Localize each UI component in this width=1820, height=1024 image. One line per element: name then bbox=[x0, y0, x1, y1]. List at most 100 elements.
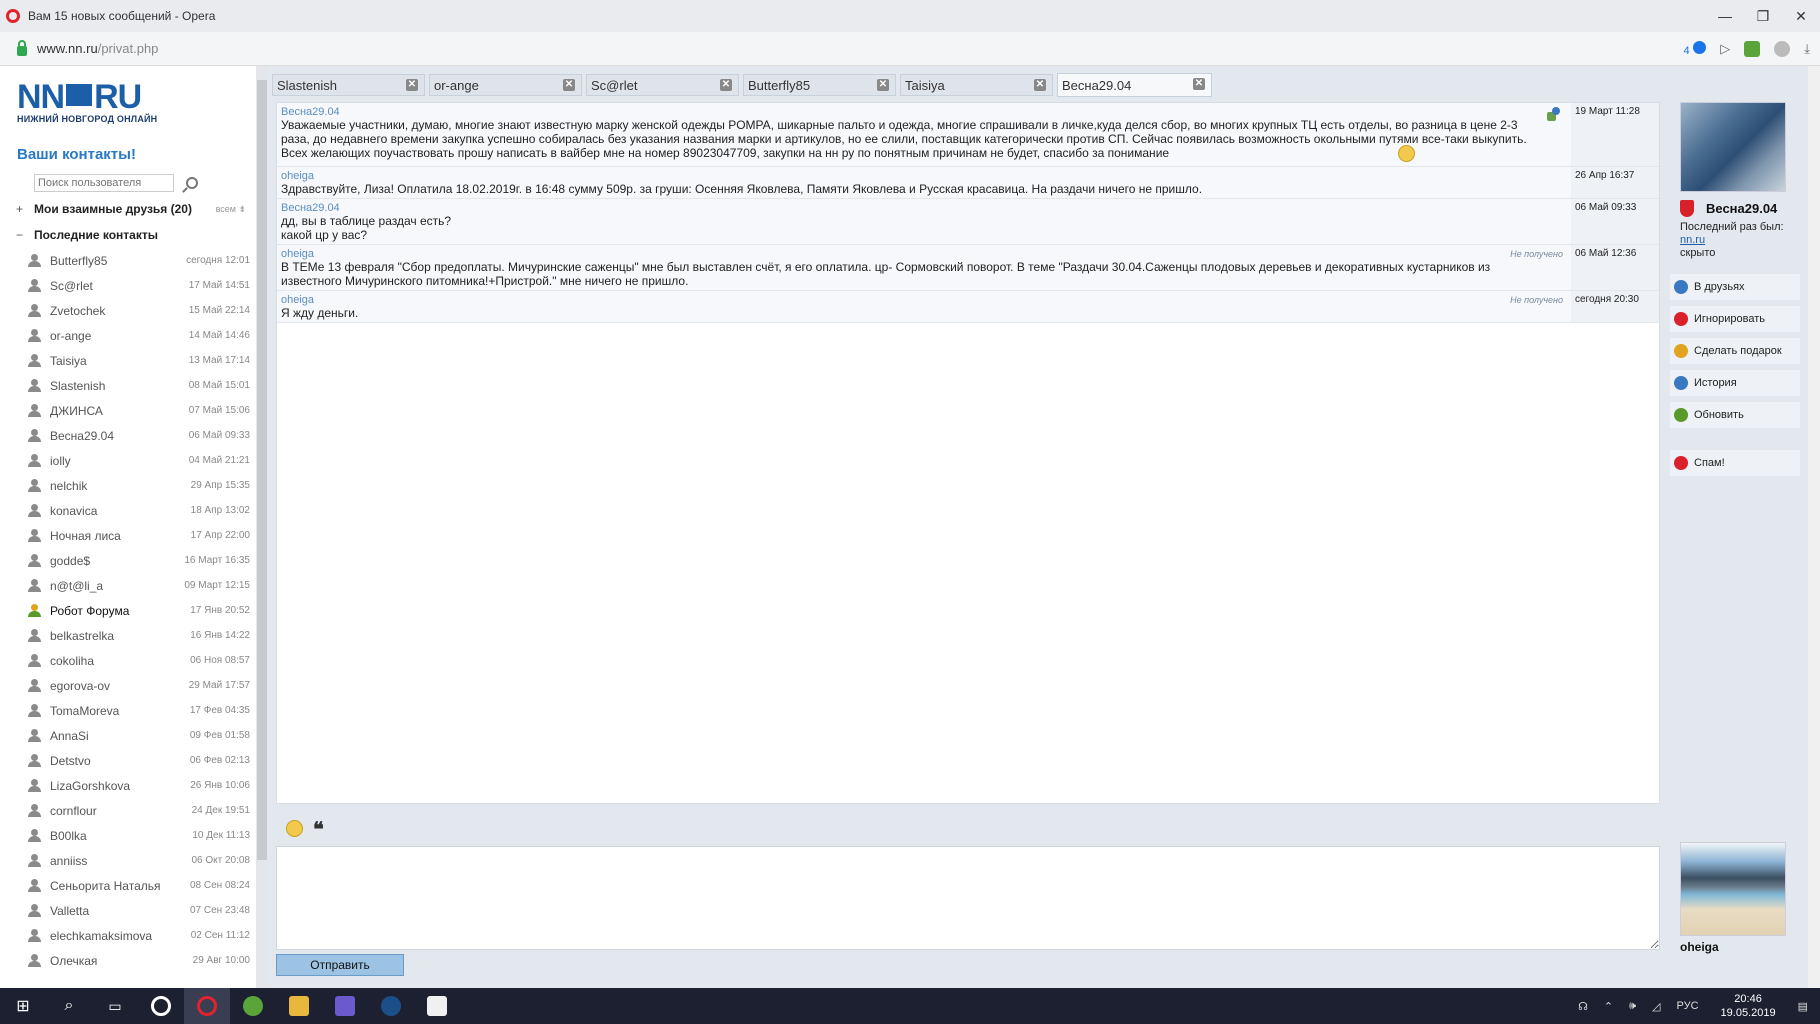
chat-tab[interactable]: Sc@rlet ✕ bbox=[586, 74, 739, 96]
smiley-icon[interactable] bbox=[286, 820, 303, 837]
address-bar[interactable]: www.nn.ru/privat.php 4 ▷ ⤓ bbox=[0, 32, 1820, 66]
message-author[interactable]: oheiga bbox=[281, 248, 1567, 260]
chat-tab[interactable]: or-ange ✕ bbox=[429, 74, 582, 96]
taskbar-opera[interactable] bbox=[184, 988, 230, 1024]
contact-item[interactable]: Butterfly85 сегодня 12:01 bbox=[28, 248, 250, 273]
contact-item[interactable]: ДЖИНСА 07 Май 15:06 bbox=[28, 398, 250, 423]
contact-item[interactable]: cokoliha 06 Ноя 08:57 bbox=[28, 648, 250, 673]
chat-tab[interactable]: Taisiya ✕ bbox=[900, 74, 1053, 96]
message-author[interactable]: oheiga bbox=[281, 294, 1567, 306]
profile-action-refresh[interactable]: Обновить bbox=[1670, 402, 1800, 428]
contact-item[interactable]: Valletta 07 Сен 23:48 bbox=[28, 898, 250, 923]
last-seen-site-link[interactable]: nn.ru bbox=[1680, 234, 1705, 246]
contact-item[interactable]: Slastenish 08 Май 15:01 bbox=[28, 373, 250, 398]
contact-item[interactable]: Робот Форума 17 Янв 20:52 bbox=[28, 598, 250, 623]
profile-name[interactable]: Весна29.04 bbox=[1706, 201, 1777, 216]
taskbar-app-3[interactable] bbox=[322, 988, 368, 1024]
contact-item[interactable]: n@t@li_a 09 Март 12:15 bbox=[28, 573, 250, 598]
volume-icon[interactable]: 🕪 bbox=[1629, 1000, 1636, 1013]
minimize-button[interactable]: — bbox=[1706, 0, 1744, 32]
taskbar-app-1[interactable] bbox=[138, 988, 184, 1024]
scrollbar-thumb[interactable] bbox=[257, 80, 267, 860]
contact-item[interactable]: belkastrelka 16 Янв 14:22 bbox=[28, 623, 250, 648]
my-avatar[interactable] bbox=[1680, 842, 1786, 936]
vpn-icon[interactable] bbox=[1774, 41, 1791, 57]
message-author[interactable]: Весна29.04 bbox=[281, 202, 1567, 214]
close-window-button[interactable]: ✕ bbox=[1782, 0, 1820, 32]
people-icon[interactable]: ☊ bbox=[1578, 1000, 1588, 1013]
start-button[interactable]: ⊞ bbox=[0, 988, 46, 1024]
taskbar-explorer[interactable] bbox=[276, 988, 322, 1024]
contact-item[interactable]: godde$ 16 Март 16:35 bbox=[28, 548, 250, 573]
profile-action-gift[interactable]: Сделать подарок bbox=[1670, 338, 1800, 364]
contact-item[interactable]: Ночная лиса 17 Апр 22:00 bbox=[28, 523, 250, 548]
network-icon[interactable]: ◿ bbox=[1652, 1000, 1660, 1013]
contact-item[interactable]: Taisiya 13 Май 17:14 bbox=[28, 348, 250, 373]
profile-action-person[interactable]: В друзьях bbox=[1670, 274, 1800, 300]
contact-item[interactable]: iolly 04 Май 21:21 bbox=[28, 448, 250, 473]
notifications-icon[interactable]: ▤ bbox=[1798, 1000, 1808, 1013]
spam-button[interactable]: Спам! bbox=[1670, 450, 1800, 476]
contact-item[interactable]: Detstvo 06 Фев 02:13 bbox=[28, 748, 250, 773]
forward-icon[interactable] bbox=[1547, 107, 1561, 121]
collapse-toggle[interactable]: − bbox=[16, 228, 26, 242]
contact-item[interactable]: B00lka 10 Дек 11:13 bbox=[28, 823, 250, 848]
close-tab-icon[interactable]: ✕ bbox=[877, 79, 889, 91]
contact-item[interactable]: or-ange 14 Май 14:46 bbox=[28, 323, 250, 348]
chat-tab[interactable]: Весна29.04 ✕ bbox=[1057, 73, 1212, 97]
chevron-up-icon[interactable]: ⌃ bbox=[1604, 1000, 1613, 1013]
message-author[interactable]: Весна29.04 bbox=[281, 106, 1567, 118]
send-icon[interactable]: ▷ bbox=[1720, 41, 1730, 57]
taskbar-photos[interactable] bbox=[414, 988, 460, 1024]
contact-item[interactable]: Сеньорита Наталья 08 Сен 08:24 bbox=[28, 873, 250, 898]
contact-item[interactable]: konavica 18 Апр 13:02 bbox=[28, 498, 250, 523]
chat-tab[interactable]: Butterfly85 ✕ bbox=[743, 74, 896, 96]
clock[interactable]: 20:46 19.05.2019 bbox=[1721, 992, 1776, 1020]
download-icon[interactable]: ⤓ bbox=[1804, 41, 1810, 57]
site-logo[interactable]: NN RU НИЖНИЙ НОВГОРОД ОНЛАЙН bbox=[17, 80, 157, 124]
contact-item[interactable]: egorova-ov 29 Май 17:57 bbox=[28, 673, 250, 698]
sidebar-scrollbar[interactable] bbox=[256, 66, 268, 988]
search-taskbar-button[interactable]: ⌕ bbox=[46, 988, 92, 1024]
contact-item[interactable]: Zvetochek 15 Май 22:14 bbox=[28, 298, 250, 323]
message-input[interactable] bbox=[276, 846, 1660, 950]
extension-icon[interactable] bbox=[1744, 41, 1761, 57]
quote-icon[interactable]: ❝ bbox=[313, 819, 324, 839]
close-tab-icon[interactable]: ✕ bbox=[406, 79, 418, 91]
restore-button[interactable]: ❐ bbox=[1744, 0, 1782, 32]
close-tab-icon[interactable]: ✕ bbox=[720, 79, 732, 91]
contact-item[interactable]: elechkamaksimova 02 Сен 11:12 bbox=[28, 923, 250, 948]
tracker-badge[interactable]: 4 bbox=[1684, 41, 1707, 57]
contact-item[interactable]: anniiss 06 Окт 20:08 bbox=[28, 848, 250, 873]
profile-action-history[interactable]: История bbox=[1670, 370, 1800, 396]
contact-item[interactable]: AnnaSi 09 Фев 01:58 bbox=[28, 723, 250, 748]
contact-item[interactable]: Олечкая 29 Авг 10:00 bbox=[28, 948, 250, 973]
task-view-button[interactable]: ▭ bbox=[92, 988, 138, 1024]
contact-item[interactable]: LizaGorshkova 26 Янв 10:06 bbox=[28, 773, 250, 798]
group-all-link[interactable]: всем ⇟ bbox=[216, 204, 246, 215]
contact-item[interactable]: Sc@rlet 17 Май 14:51 bbox=[28, 273, 250, 298]
contact-item[interactable]: cornflour 24 Дек 19:51 bbox=[28, 798, 250, 823]
message-author[interactable]: oheiga bbox=[281, 170, 1567, 182]
contact-search-input[interactable] bbox=[34, 174, 174, 192]
language-indicator[interactable]: РУС bbox=[1677, 1000, 1699, 1012]
chat-tab[interactable]: Slastenish ✕ bbox=[272, 74, 425, 96]
profile-action-block[interactable]: Игнорировать bbox=[1670, 306, 1800, 332]
send-button[interactable]: Отправить bbox=[276, 954, 404, 976]
taskbar-steam[interactable] bbox=[368, 988, 414, 1024]
search-icon[interactable] bbox=[186, 177, 198, 189]
contact-avatar[interactable] bbox=[1680, 102, 1786, 192]
group-recent-contacts[interactable]: − Последние контакты bbox=[16, 228, 246, 242]
url-field[interactable]: www.nn.ru/privat.php bbox=[37, 41, 158, 56]
contact-item[interactable]: nelchik 29 Апр 15:35 bbox=[28, 473, 250, 498]
close-tab-icon[interactable]: ✕ bbox=[1034, 79, 1046, 91]
group-mutual-friends[interactable]: + Мои взаимные друзья (20) всем ⇟ bbox=[16, 202, 246, 216]
page-scrollbar[interactable] bbox=[1808, 66, 1820, 988]
contact-item[interactable]: Весна29.04 06 Май 09:33 bbox=[28, 423, 250, 448]
contact-item[interactable]: TomaMoreva 17 Фев 04:35 bbox=[28, 698, 250, 723]
taskbar-app-2[interactable] bbox=[230, 988, 276, 1024]
expand-toggle[interactable]: + bbox=[16, 202, 26, 216]
tab-label: Весна29.04 bbox=[1062, 77, 1132, 93]
close-tab-icon[interactable]: ✕ bbox=[1193, 78, 1205, 90]
close-tab-icon[interactable]: ✕ bbox=[563, 79, 575, 91]
